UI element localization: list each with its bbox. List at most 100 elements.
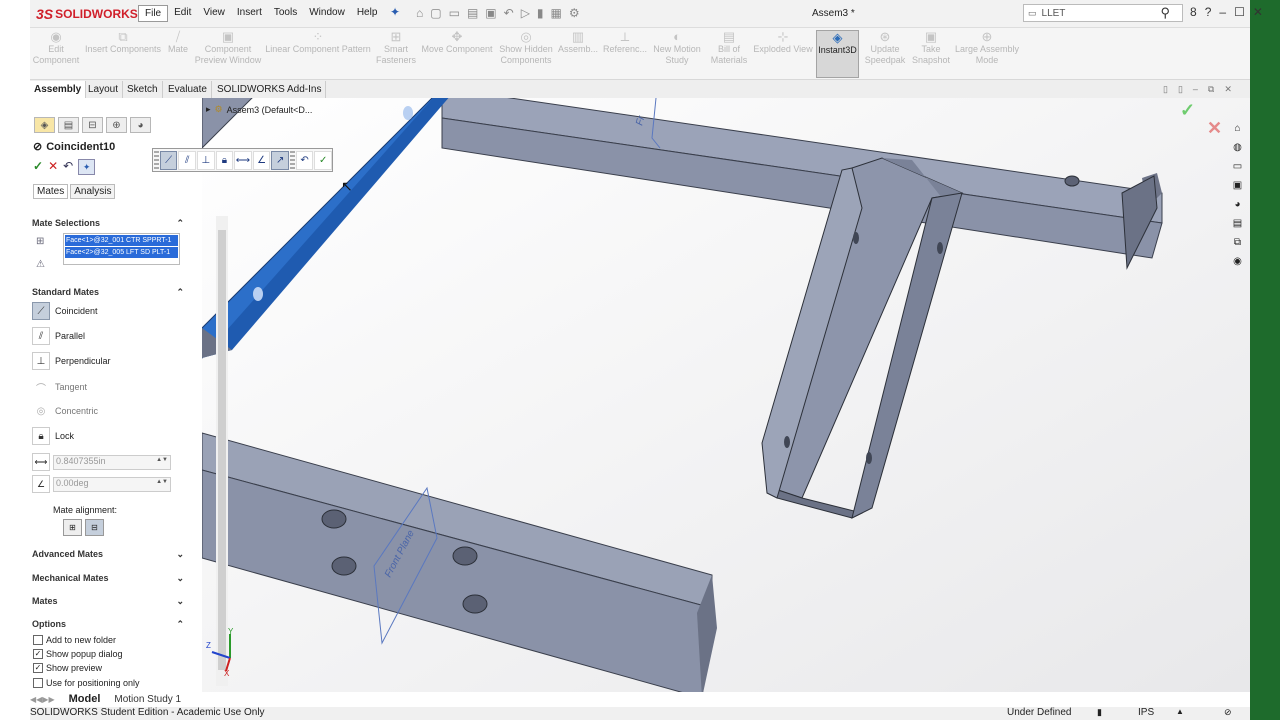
menu-tools[interactable]: Tools xyxy=(268,5,303,22)
show-hidden-button[interactable]: ◎ Show Hidden Components xyxy=(498,30,554,78)
home-icon[interactable]: ⌂ xyxy=(416,6,423,20)
undo-icon[interactable]: ↶ xyxy=(504,6,514,20)
popup-ok-icon[interactable]: ✓ xyxy=(314,150,332,170)
feature-tree-flyout[interactable]: ▸ ⚙ Assem3 (Default<D... xyxy=(206,104,312,115)
popup-angle-icon[interactable]: ∠ xyxy=(252,150,271,170)
reference-geometry-button[interactable]: ⟂ Referenc... xyxy=(602,30,648,78)
task-forum-icon[interactable]: ⧉ xyxy=(1229,234,1246,250)
spinner-icon[interactable]: ▲▼ xyxy=(156,479,168,485)
expand-icon[interactable]: ▸ xyxy=(206,104,211,115)
print-icon[interactable]: ▣ xyxy=(485,6,496,20)
edit-component-button[interactable]: ◉ Edit Component xyxy=(33,30,80,78)
rebuild-icon[interactable]: ▮ xyxy=(537,6,544,20)
units-selector[interactable]: IPS xyxy=(1138,707,1154,718)
property-manager-tab-icon[interactable]: ◈ xyxy=(34,117,55,133)
smart-fasteners-button[interactable]: ⊞ Smart Fasteners xyxy=(374,30,418,78)
options-header[interactable]: Options ⌃ xyxy=(32,619,184,630)
mate-selections-list[interactable]: Face<1>@32_001 CTR SPPRT-1 Face<2>@32_00… xyxy=(63,233,180,265)
task-custom-props-icon[interactable]: ▤ xyxy=(1229,215,1246,231)
task-view-palette-icon[interactable]: ▣ xyxy=(1229,177,1246,193)
assembly-model[interactable]: Front Plane Fr xyxy=(202,98,1250,692)
feature-tree-tab-icon[interactable]: ▤ xyxy=(58,117,79,133)
units-up-icon[interactable]: ▲ xyxy=(1176,707,1184,716)
new-document-icon[interactable]: ▢ xyxy=(430,6,441,20)
large-assembly-button[interactable]: ⊕ Large Assembly Mode xyxy=(954,30,1020,78)
config-tab-icon[interactable]: ⊟ xyxy=(82,117,103,133)
menu-view[interactable]: View xyxy=(197,5,231,22)
checkbox-box[interactable]: ✓ xyxy=(33,649,43,659)
menu-window[interactable]: Window xyxy=(303,5,351,22)
mate-selections-header[interactable]: Mate Selections ⌃ xyxy=(32,218,184,229)
tab-analysis[interactable]: Analysis xyxy=(70,184,116,199)
menu-file[interactable]: File xyxy=(138,5,169,22)
confirm-corner-ok-icon[interactable]: ✓ xyxy=(1180,100,1195,121)
scrollbar-thumb[interactable] xyxy=(218,230,226,670)
open-icon[interactable]: ▭ xyxy=(449,6,460,20)
lock-mate[interactable]: 🔒︎ Lock xyxy=(32,426,74,446)
display-tab-icon[interactable]: ◕ xyxy=(130,117,151,133)
popup-perpendicular-icon[interactable]: ⊥ xyxy=(197,150,215,170)
popup-flip-icon[interactable]: ↗ xyxy=(271,150,289,170)
popup-distance-icon[interactable]: ⟷ xyxy=(234,150,252,170)
assembly-features-button[interactable]: ▥ Assemb... xyxy=(558,30,598,78)
mechanical-mates-header[interactable]: Mechanical Mates ⌄ xyxy=(32,573,184,584)
tab-model[interactable]: Model xyxy=(69,693,101,705)
task-recording-icon[interactable]: ◉ xyxy=(1229,253,1246,269)
perpendicular-mate[interactable]: ⊥ Perpendicular xyxy=(32,351,111,371)
search-icon[interactable]: ⚲ xyxy=(1160,5,1170,21)
checkbox-box[interactable]: ✓ xyxy=(33,663,43,673)
advanced-mates-header[interactable]: Advanced Mates ⌄ xyxy=(32,549,184,560)
mates-header[interactable]: Mates ⌄ xyxy=(32,596,184,607)
popup-coincident-icon[interactable]: ⟋ xyxy=(159,150,178,170)
tab-nav-arrows[interactable]: ◀◀▶▶ xyxy=(30,695,55,704)
graphics-area[interactable]: Front Plane Fr xyxy=(202,98,1250,692)
update-speedpak-button[interactable]: ⊛ Update Speedpak xyxy=(864,30,906,78)
tangent-mate[interactable]: ⌒ Tangent xyxy=(32,377,87,397)
menu-insert[interactable]: Insert xyxy=(231,5,268,22)
add-to-folder-checkbox[interactable]: Add to new folder xyxy=(33,635,116,645)
show-popup-checkbox[interactable]: ✓ Show popup dialog xyxy=(33,649,123,659)
new-motion-study-button[interactable]: ◐ New Motion Study xyxy=(650,30,704,78)
tab-layout[interactable]: Layout xyxy=(84,81,124,98)
panel-scrollbar[interactable] xyxy=(216,216,228,686)
selection-face-2[interactable]: Face<2>@32_005 LFT SD PLT-1 xyxy=(65,247,178,258)
viewport-tile-icon[interactable]: ▯ xyxy=(1178,84,1183,95)
close-button[interactable]: ✕ xyxy=(1253,5,1263,19)
tab-motion-study[interactable]: Motion Study 1 xyxy=(114,694,181,705)
checkbox-box[interactable] xyxy=(33,635,43,645)
exploded-view-button[interactable]: ⊹ Exploded View xyxy=(752,30,814,78)
viewport-split-icon[interactable]: ▯ xyxy=(1163,84,1168,95)
file-properties-icon[interactable]: ▦ xyxy=(551,6,562,20)
angle-icon[interactable]: ∠ xyxy=(32,475,50,493)
distance-icon[interactable]: ⟷ xyxy=(32,453,50,471)
parallel-mate[interactable]: ⫽ Parallel xyxy=(32,326,85,346)
popup-grip[interactable] xyxy=(154,150,159,170)
show-preview-checkbox[interactable]: ✓ Show preview xyxy=(33,663,102,673)
task-parts-icon[interactable]: ◍ xyxy=(1229,139,1246,155)
popup-lock-icon[interactable]: 🔒︎ xyxy=(215,150,234,170)
task-home-icon[interactable]: ⌂ xyxy=(1229,120,1246,136)
bill-of-materials-button[interactable]: ▤ Bill of Materials xyxy=(708,30,750,78)
pin-menu-icon[interactable]: ✦ xyxy=(390,5,400,19)
tab-evaluate[interactable]: Evaluate xyxy=(164,81,212,98)
menu-edit[interactable]: Edit xyxy=(168,5,197,22)
aligned-button[interactable]: ⊞ xyxy=(63,519,82,536)
confirm-corner-cancel-icon[interactable]: ✕ xyxy=(1207,118,1222,139)
tab-sketch[interactable]: Sketch xyxy=(123,81,163,98)
dimxpert-tab-icon[interactable]: ⊕ xyxy=(106,117,127,133)
popup-undo-icon[interactable]: ↶ xyxy=(295,150,314,170)
checkbox-box[interactable] xyxy=(33,678,43,688)
task-appearances-icon[interactable]: ◕ xyxy=(1229,196,1246,212)
search-box[interactable]: ▭ LLET ⚲ xyxy=(1023,4,1183,22)
move-component-button[interactable]: ✥ Move Component xyxy=(420,30,494,78)
coincident-mate[interactable]: ⟋ Coincident xyxy=(32,301,98,321)
options-gear-icon[interactable]: ⚙ xyxy=(569,6,580,20)
anti-aligned-button[interactable]: ⊟ xyxy=(85,519,104,536)
viewport-close-icon[interactable]: ✕ xyxy=(1224,84,1232,95)
tab-assembly[interactable]: Assembly xyxy=(30,81,87,98)
positioning-only-checkbox[interactable]: Use for positioning only xyxy=(33,678,140,688)
menu-help[interactable]: Help xyxy=(351,5,384,22)
viewport-restore-icon[interactable]: ⧉ xyxy=(1208,84,1214,95)
spinner-icon[interactable]: ▲▼ xyxy=(156,457,168,463)
undo-button[interactable]: ↶ xyxy=(63,159,73,175)
